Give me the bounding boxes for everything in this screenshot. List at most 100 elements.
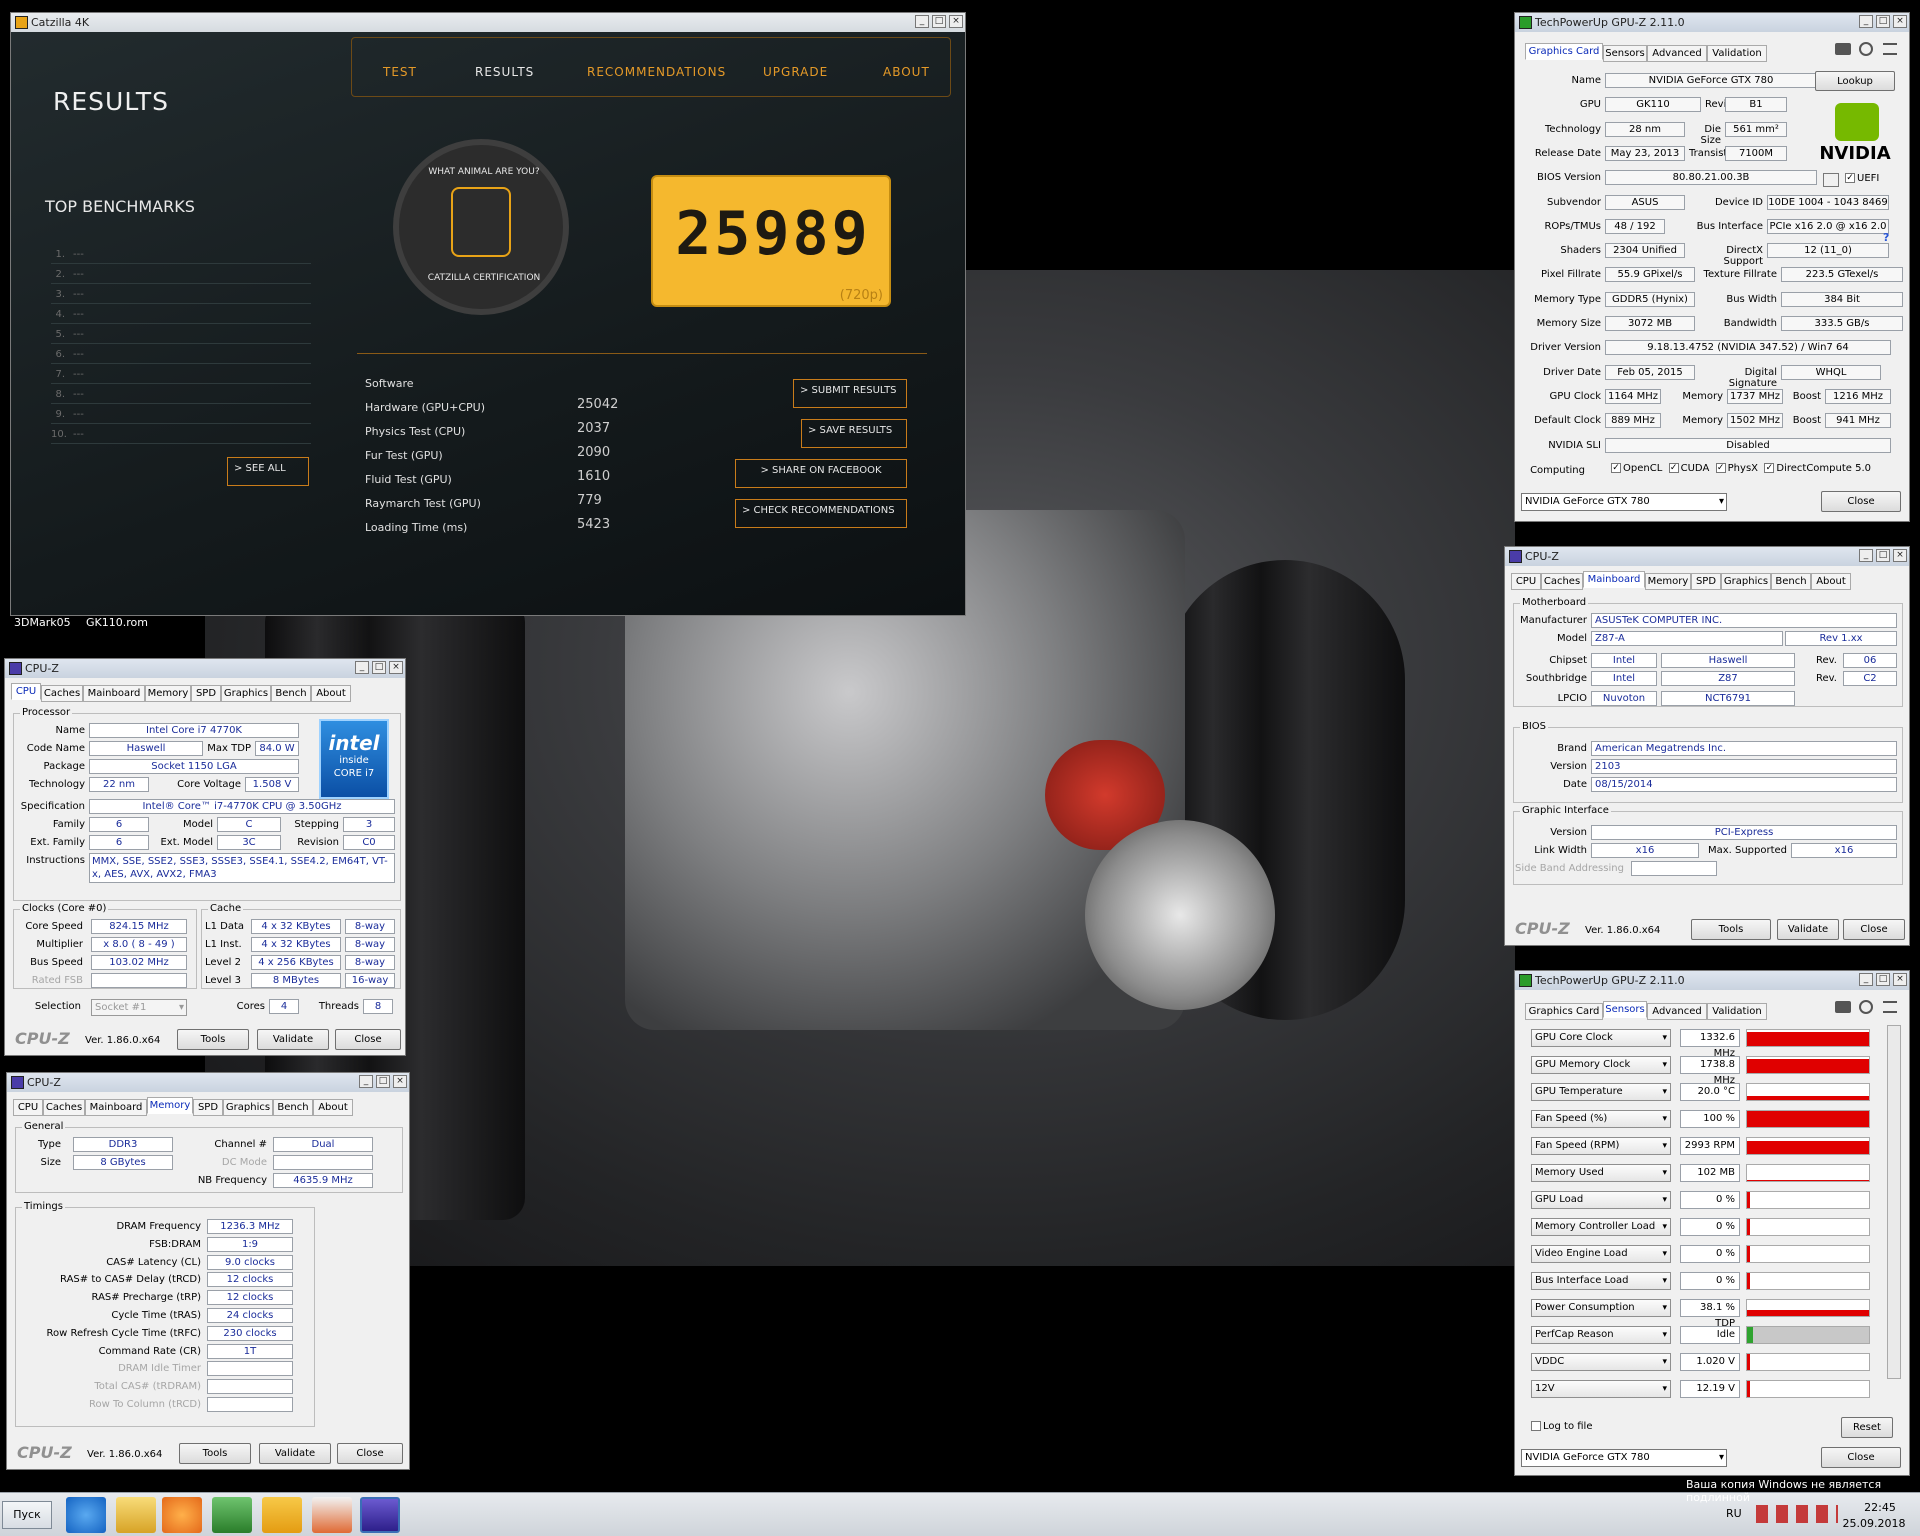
tab-mainboard[interactable]: Mainboard [85, 1099, 147, 1116]
desktop-icon-label[interactable]: GK110.rom [86, 616, 148, 629]
tools-button[interactable]: Tools [1691, 919, 1771, 940]
camera-icon[interactable] [1835, 43, 1851, 55]
refresh-icon[interactable] [1859, 1000, 1873, 1014]
sensor-name-select[interactable]: VDDC [1531, 1353, 1671, 1371]
tab-memory[interactable]: Memory [147, 1097, 193, 1114]
tab-about[interactable]: About [311, 685, 351, 702]
sensor-name-select[interactable]: Memory Used [1531, 1164, 1671, 1182]
tab-graphics[interactable]: Graphics [223, 1099, 273, 1116]
minimize-button[interactable]: _ [359, 1075, 373, 1088]
tab-recommendations[interactable]: RECOMMENDATIONS [587, 65, 726, 79]
tab-test[interactable]: TEST [383, 65, 417, 79]
submit-results-button[interactable]: > SUBMIT RESULTS [793, 379, 907, 408]
tab-validation[interactable]: Validation [1707, 1003, 1767, 1020]
tab-graphics[interactable]: Graphics [1721, 573, 1771, 590]
tab-about[interactable]: About [313, 1099, 353, 1116]
tab-about[interactable]: ABOUT [883, 65, 930, 79]
tab-spd[interactable]: SPD [193, 1099, 223, 1116]
maximize-button[interactable]: □ [1876, 973, 1890, 986]
minimize-button[interactable]: _ [1859, 973, 1873, 986]
language-indicator[interactable]: RU [1726, 1507, 1742, 1520]
minimize-button[interactable]: _ [355, 661, 369, 674]
tab-memory[interactable]: Memory [1645, 573, 1691, 590]
maximize-button[interactable]: □ [1876, 15, 1890, 28]
tab-advanced[interactable]: Advanced [1647, 1003, 1707, 1020]
tab-validation[interactable]: Validation [1707, 45, 1767, 62]
reset-button[interactable]: Reset [1841, 1417, 1893, 1438]
bios-share-icon[interactable] [1823, 173, 1839, 187]
maximize-button[interactable]: □ [1876, 549, 1890, 562]
tab-spd[interactable]: SPD [1691, 573, 1721, 590]
gpuz-taskbar-icon[interactable] [212, 1497, 252, 1533]
close-window-button[interactable]: Close [1821, 1447, 1901, 1468]
sensor-name-select[interactable]: Power Consumption [1531, 1299, 1671, 1317]
close-button[interactable]: × [1893, 549, 1907, 562]
physx-checkbox[interactable]: ✓ [1715, 463, 1726, 473]
tab-caches[interactable]: Caches [1541, 573, 1583, 590]
minimize-button[interactable]: _ [1859, 15, 1873, 28]
start-button[interactable]: Пуск [2, 1501, 52, 1529]
sensor-name-select[interactable]: GPU Load [1531, 1191, 1671, 1209]
tab-upgrade[interactable]: UPGRADE [763, 65, 828, 79]
tray-icons[interactable] [1756, 1505, 1838, 1523]
close-window-button[interactable]: Close [1843, 919, 1905, 940]
menu-icon[interactable] [1883, 43, 1897, 55]
maximize-button[interactable]: □ [372, 661, 386, 674]
close-button[interactable]: × [949, 15, 963, 28]
sensor-name-select[interactable]: Bus Interface Load [1531, 1272, 1671, 1290]
tab-graphics[interactable]: Graphics [221, 685, 271, 702]
close-button[interactable]: × [389, 661, 403, 674]
check-recommendations-button[interactable]: > CHECK RECOMMENDATIONS [735, 499, 907, 528]
internet-explorer-icon[interactable] [66, 1497, 106, 1533]
uefi-checkbox[interactable]: ✓ UEFI [1845, 173, 1879, 184]
tab-cpu[interactable]: CPU [13, 1099, 43, 1116]
tab-graphics-card[interactable]: Graphics Card [1525, 43, 1603, 60]
gpu-select[interactable]: NVIDIA GeForce GTX 780 ▾ [1521, 1449, 1727, 1467]
validate-button[interactable]: Validate [1777, 919, 1839, 940]
save-results-button[interactable]: > SAVE RESULTS [801, 419, 907, 448]
lookup-button[interactable]: Lookup [1815, 71, 1895, 91]
tab-graphics-card[interactable]: Graphics Card [1525, 1003, 1603, 1020]
validate-button[interactable]: Validate [259, 1443, 331, 1464]
log-to-file-checkbox[interactable]: Log to file [1531, 1421, 1593, 1432]
sensor-name-select[interactable]: GPU Memory Clock [1531, 1056, 1671, 1074]
sensor-name-select[interactable]: Fan Speed (RPM) [1531, 1137, 1671, 1155]
sensor-name-select[interactable]: Fan Speed (%) [1531, 1110, 1671, 1128]
directcompute-checkbox[interactable]: ✓ [1764, 463, 1775, 473]
tab-about[interactable]: About [1811, 573, 1851, 590]
menu-icon[interactable] [1883, 1001, 1897, 1013]
socket-select[interactable]: Socket #1 ▾ [91, 999, 187, 1016]
sensor-name-select[interactable]: Video Engine Load [1531, 1245, 1671, 1263]
refresh-icon[interactable] [1859, 42, 1873, 56]
see-all-button[interactable]: > SEE ALL [227, 457, 309, 486]
share-facebook-button[interactable]: > SHARE ON FACEBOOK [735, 459, 907, 488]
media-player-icon[interactable] [162, 1497, 202, 1533]
tab-sensors[interactable]: Sensors [1603, 1001, 1647, 1018]
tab-bench[interactable]: Bench [1771, 573, 1811, 590]
sensor-scrollbar[interactable] [1887, 1025, 1901, 1379]
tab-caches[interactable]: Caches [43, 1099, 85, 1116]
tab-cpu[interactable]: CPU [11, 683, 41, 700]
app-taskbar-icon[interactable] [312, 1497, 352, 1533]
tab-cpu[interactable]: CPU [1511, 573, 1541, 590]
tab-results[interactable]: RESULTS [475, 65, 534, 79]
minimize-button[interactable]: _ [1859, 549, 1873, 562]
validate-button[interactable]: Validate [257, 1029, 329, 1050]
gpu-select[interactable]: NVIDIA GeForce GTX 780 ▾ [1521, 493, 1727, 511]
close-window-button[interactable]: Close [337, 1443, 403, 1464]
cuda-checkbox[interactable]: ✓ [1668, 463, 1679, 473]
tab-caches[interactable]: Caches [41, 685, 83, 702]
close-button[interactable]: × [1893, 973, 1907, 986]
sensor-name-select[interactable]: PerfCap Reason [1531, 1326, 1671, 1344]
tab-mainboard[interactable]: Mainboard [1583, 571, 1645, 588]
camera-icon[interactable] [1835, 1001, 1851, 1013]
maximize-button[interactable]: □ [932, 15, 946, 28]
opencl-checkbox[interactable]: ✓ [1611, 463, 1621, 473]
tools-button[interactable]: Tools [179, 1443, 251, 1464]
sensor-name-select[interactable]: Memory Controller Load [1531, 1218, 1671, 1236]
tab-bench[interactable]: Bench [273, 1099, 313, 1116]
catzilla-taskbar-icon[interactable] [262, 1497, 302, 1533]
maximize-button[interactable]: □ [376, 1075, 390, 1088]
sensor-name-select[interactable]: GPU Core Clock [1531, 1029, 1671, 1047]
explorer-icon[interactable] [116, 1497, 156, 1533]
